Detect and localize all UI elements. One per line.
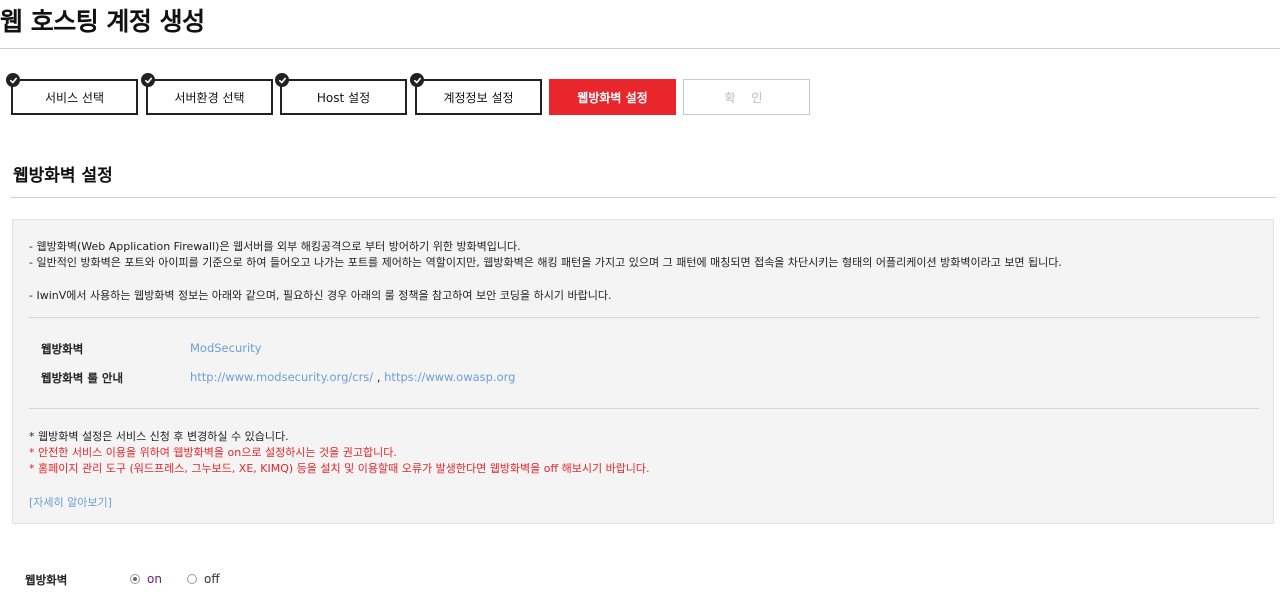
modsecurity-crs-link[interactable]: http://www.modsecurity.org/crs/ <box>190 370 373 384</box>
waf-off-radio[interactable]: off <box>187 572 220 586</box>
title-divider <box>0 48 1280 49</box>
step-label: 계정정보 설정 <box>443 90 514 105</box>
divider <box>29 408 1259 409</box>
check-icon <box>141 73 155 87</box>
step-label: Host 설정 <box>316 90 371 105</box>
step-host-settings[interactable]: Host 설정 <box>275 73 407 115</box>
waf-rule-label: 웹방화벽 룰 안내 <box>41 371 124 385</box>
step-label: 서비스 선택 <box>44 90 104 105</box>
info-text: - IwinV에서 사용하는 웹방화벽 정보는 아래와 같으며, 필요하신 경우… <box>29 289 612 302</box>
step-waf-settings[interactable]: 웹방화벽 설정 <box>549 79 676 115</box>
info-text: - 웹방화벽(Web Application Firewall)은 웹서버를 외… <box>29 240 521 253</box>
warning-note: * 홈페이지 관리 도구 (워드프레스, 그누보드, XE, KIMQ) 등을 … <box>29 462 650 475</box>
step-account-info[interactable]: 계정정보 설정 <box>410 73 542 115</box>
waf-info-box: - 웹방화벽(Web Application Firewall)은 웹서버를 외… <box>12 219 1274 524</box>
step-label: 웹방화벽 설정 <box>577 90 648 105</box>
note-text: * 웹방화벽 설정은 서비스 신청 후 변경하실 수 있습니다. <box>29 430 289 443</box>
warning-note: * 안전한 서비스 이용을 위하여 웹방화벽을 on으로 설정하시는 것을 권고… <box>29 446 397 459</box>
radio-unchecked-icon[interactable] <box>187 574 197 584</box>
radio-label: off <box>204 572 220 586</box>
waf-rule-links: http://www.modsecurity.org/crs/ , https:… <box>190 370 515 384</box>
section-title: 웹방화벽 설정 <box>13 166 113 186</box>
step-label: 서버환경 선택 <box>174 90 245 105</box>
radio-checked-icon[interactable] <box>130 574 140 584</box>
radio-label: on <box>147 572 162 586</box>
divider <box>29 317 1259 318</box>
link-separator: , <box>376 370 381 384</box>
page-title: 웹 호스팅 계정 생성 <box>0 7 205 36</box>
info-text: - 일반적인 방화벽은 포트와 아이피를 기준으로 하여 들어오고 나가는 포트… <box>29 256 1062 269</box>
waf-name-link[interactable]: ModSecurity <box>190 341 261 355</box>
step-confirm[interactable]: 확 인 <box>683 79 810 115</box>
check-icon <box>275 73 289 87</box>
check-icon <box>6 73 20 87</box>
step-service-select[interactable]: 서비스 선택 <box>6 73 138 115</box>
waf-on-radio[interactable]: on <box>130 572 162 586</box>
check-icon <box>410 73 424 87</box>
waf-setting-label: 웹방화벽 <box>25 573 68 587</box>
learn-more-link[interactable]: [자세히 알아보기] <box>29 494 112 510</box>
step-server-env-select[interactable]: 서버환경 선택 <box>141 73 273 115</box>
waf-name-label: 웹방화벽 <box>41 342 84 356</box>
section-divider <box>11 197 1276 198</box>
owasp-link[interactable]: https://www.owasp.org <box>384 370 515 384</box>
step-label: 확 인 <box>724 90 769 105</box>
